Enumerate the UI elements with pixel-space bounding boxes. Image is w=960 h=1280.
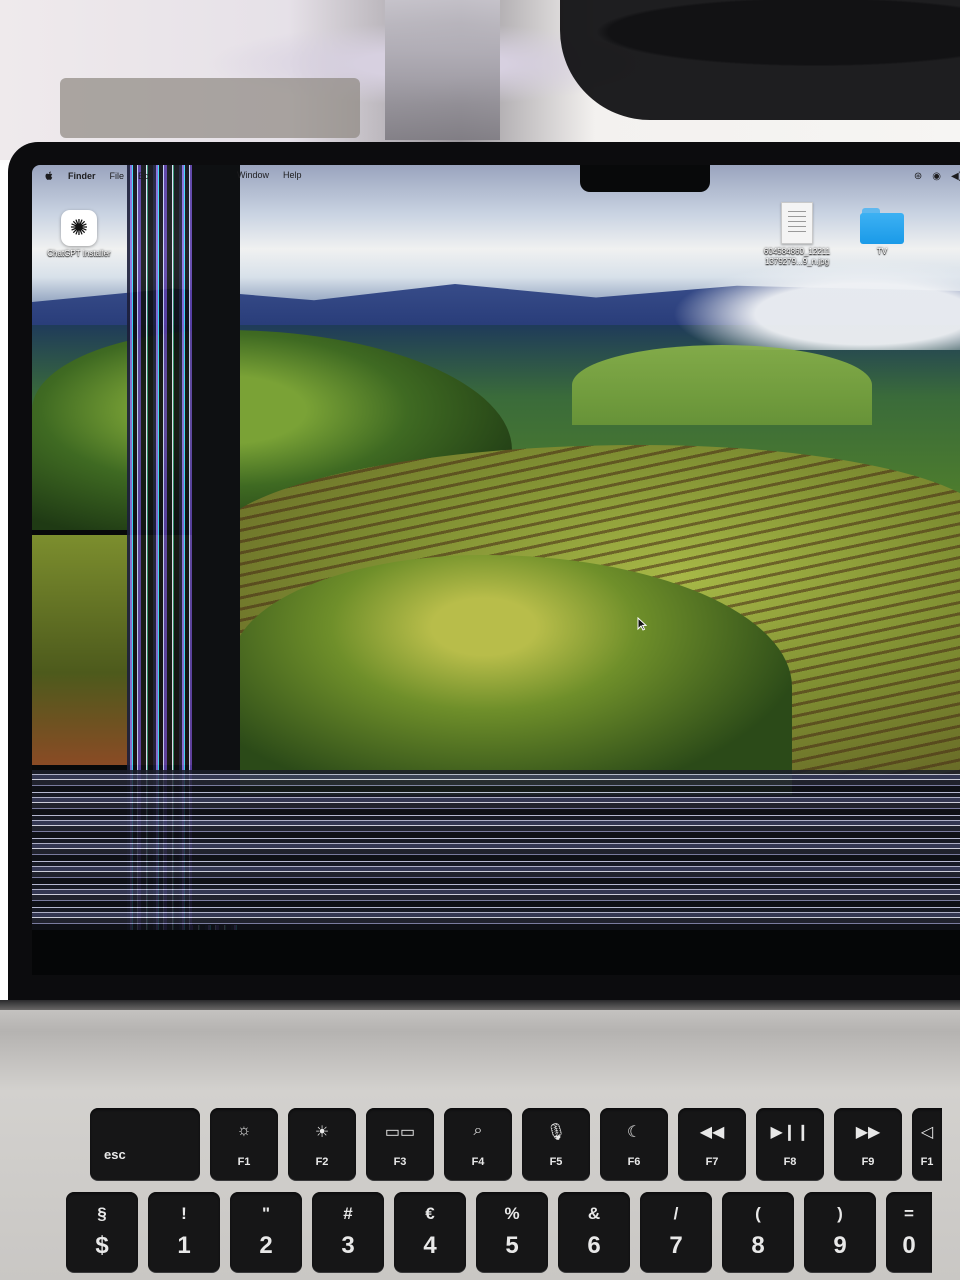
key-8[interactable]: ( 8 [722, 1192, 794, 1272]
f8-key[interactable]: ▶❙❙ F8 [756, 1108, 824, 1180]
key-shift-label: / [673, 1204, 679, 1223]
f5-key[interactable]: 🎙 F5 [522, 1108, 590, 1180]
key-3[interactable]: # 3 [312, 1192, 384, 1272]
chatgpt-icon: ✺ [61, 210, 97, 246]
microphone-icon: 🎙 [545, 1124, 567, 1141]
wallpaper-vineyard-distant [572, 345, 872, 425]
jpg-file-icon [781, 202, 813, 244]
search-icon: ⌕ [473, 1122, 483, 1139]
key-shift-label: " [261, 1204, 271, 1223]
key-label: 1 [177, 1232, 191, 1259]
f2-key[interactable]: ☀ F2 [288, 1108, 356, 1180]
play-pause-icon: ▶❙❙ [770, 1124, 810, 1141]
desktop-item-jpg-file[interactable]: 604584860_12211 1379279...9_n.jpg [752, 202, 842, 267]
mouse-pointer-icon [637, 617, 647, 631]
key-9[interactable]: ) 9 [804, 1192, 876, 1272]
f10-key-partial[interactable]: ◁ F1 [912, 1108, 942, 1180]
desktop-item-label: TV [876, 247, 888, 256]
background-object-dark [560, 0, 960, 120]
f3-key[interactable]: ▭▭ F3 [366, 1108, 434, 1180]
key-shift-label: € [425, 1204, 435, 1223]
key-shift-label: = [904, 1204, 914, 1223]
desktop-item-tv-folder[interactable]: TV [852, 208, 912, 257]
f1-key[interactable]: ☼ F1 [210, 1108, 278, 1180]
f7-key[interactable]: ◀◀ F7 [678, 1108, 746, 1180]
key-label: 5 [505, 1232, 519, 1259]
key-label: F1 [237, 1156, 251, 1168]
key-label: F6 [627, 1156, 641, 1168]
key-label: 3 [341, 1232, 355, 1259]
desktop-item-label: ChatGPT Installer [47, 249, 111, 258]
key-label: F4 [471, 1156, 485, 1168]
key-label: F2 [315, 1156, 329, 1168]
menu-help[interactable]: Help [283, 170, 302, 180]
key-label: F9 [861, 1156, 875, 1168]
desktop-item-label-line2: 1379279...9_n.jpg [764, 257, 830, 266]
key-6[interactable]: & 6 [558, 1192, 630, 1272]
key-label: 6 [587, 1232, 601, 1259]
key-2[interactable]: " 2 [230, 1192, 302, 1272]
menu-file[interactable]: File [110, 171, 125, 181]
key-shift-label: # [343, 1204, 353, 1223]
key-label: F3 [393, 1156, 407, 1168]
key-label: $ [95, 1232, 109, 1259]
section-key[interactable]: § $ [66, 1192, 138, 1272]
f6-key[interactable]: ☾ F6 [600, 1108, 668, 1180]
moon-icon: ☾ [626, 1124, 642, 1141]
key-label: 4 [423, 1232, 437, 1259]
key-shift-label: & [587, 1204, 601, 1223]
room-background [0, 0, 960, 160]
menu-bar: Finder File Ec Window Help ⊛ ◉ ◀) [32, 165, 960, 191]
key-shift-label: ! [181, 1204, 187, 1223]
brightness-down-icon: ☼ [236, 1122, 252, 1139]
key-label: F5 [549, 1156, 563, 1168]
folder-icon [860, 208, 904, 244]
menu-edit[interactable]: Ec [138, 171, 149, 181]
key-label: 2 [259, 1232, 273, 1259]
play-icon[interactable]: ◉ [932, 171, 941, 183]
function-key-row: esc ☼ F1 ☀ F2 ▭▭ F3 ⌕ F4 🎙 F5 ☾ F6 ◀◀ F7… [90, 1108, 942, 1180]
key-label: 0 [902, 1232, 916, 1259]
key-1[interactable]: ! 1 [148, 1192, 220, 1272]
rewind-icon: ◀◀ [699, 1124, 725, 1141]
desktop-item-chatgpt-installer[interactable]: ✺ ChatGPT Installer [34, 210, 124, 259]
esc-key[interactable]: esc [90, 1108, 200, 1180]
key-4[interactable]: € 4 [394, 1192, 466, 1272]
fast-forward-icon: ▶▶ [855, 1124, 881, 1141]
key-label: F7 [705, 1156, 719, 1168]
menu-window[interactable]: Window [237, 170, 269, 180]
key-label: esc [104, 1147, 126, 1162]
key-5[interactable]: % 5 [476, 1192, 548, 1272]
key-0[interactable]: = 0 [886, 1192, 932, 1272]
display-glitch-horizontal [32, 770, 960, 935]
desktop-item-label: 604584860_12211 [763, 247, 831, 256]
display-glitch-black [32, 930, 960, 975]
key-shift-label: ) [837, 1204, 843, 1223]
background-object [385, 0, 500, 140]
openai-icon[interactable]: ⊛ [914, 171, 922, 183]
laptop-screen: Finder File Ec Window Help ⊛ ◉ ◀) ✺ Chat… [32, 165, 960, 975]
key-shift-label: § [97, 1204, 107, 1223]
volume-icon[interactable]: ◀) [951, 171, 960, 183]
f4-key[interactable]: ⌕ F4 [444, 1108, 512, 1180]
brightness-up-icon: ☀ [314, 1124, 330, 1141]
mute-icon: ◁ [920, 1124, 934, 1141]
mission-control-icon: ▭▭ [384, 1124, 416, 1141]
key-label: 9 [833, 1232, 847, 1259]
menu-app-name[interactable]: Finder [68, 171, 96, 181]
camera-notch [580, 165, 710, 192]
apple-menu-icon[interactable] [44, 170, 54, 182]
key-label: 7 [669, 1232, 683, 1259]
key-7[interactable]: / 7 [640, 1192, 712, 1272]
key-label: F8 [783, 1156, 797, 1168]
key-label: F1 [920, 1156, 934, 1168]
wallpaper-fog [672, 260, 960, 350]
shelf [60, 78, 360, 138]
key-shift-label: ( [755, 1204, 761, 1223]
number-key-row: § $ ! 1 " 2 # 3 € 4 % 5 & 6 / 7 ( 8 ) 9 … [66, 1192, 932, 1272]
f9-key[interactable]: ▶▶ F9 [834, 1108, 902, 1180]
key-label: 8 [751, 1232, 765, 1259]
key-shift-label: % [504, 1204, 520, 1223]
